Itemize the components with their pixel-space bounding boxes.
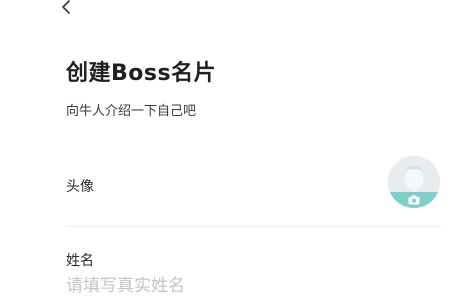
- name-input[interactable]: [66, 273, 442, 299]
- avatar-row[interactable]: 头像: [66, 156, 442, 227]
- create-boss-card-screen: 创建Boss名片 向牛人介绍一下自己吧 头像 姓名: [0, 0, 450, 300]
- page-subtitle: 向牛人介绍一下自己吧: [66, 104, 197, 119]
- name-label: 姓名: [66, 253, 94, 269]
- page-title: 创建Boss名片: [66, 61, 217, 86]
- camera-icon: [408, 195, 420, 205]
- avatar[interactable]: [388, 156, 440, 208]
- avatar-label: 头像: [66, 179, 94, 195]
- chevron-left-icon: [62, 0, 70, 14]
- back-button[interactable]: [56, 0, 78, 18]
- camera-badge: [388, 192, 440, 208]
